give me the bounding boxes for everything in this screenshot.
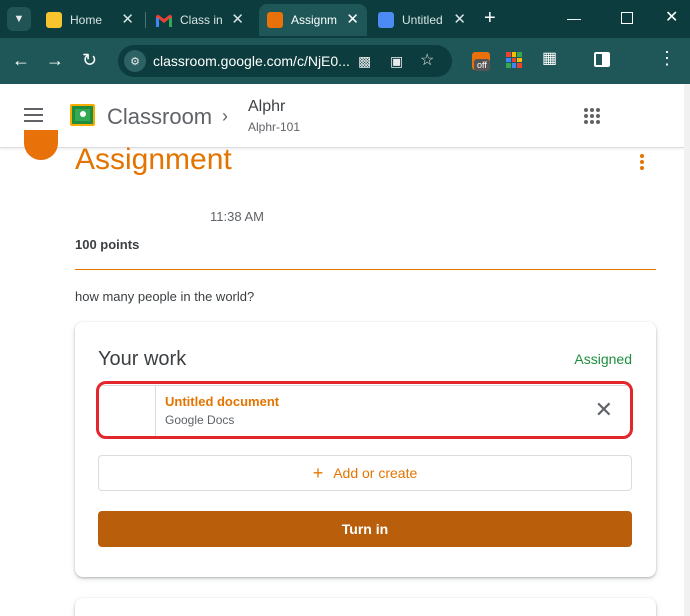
classroom-logo-icon[interactable]: [70, 104, 95, 126]
chevron-right-icon: ›: [222, 106, 228, 126]
browser-menu-icon[interactable]: ⋮: [658, 49, 676, 67]
minimize-icon[interactable]: —: [567, 8, 581, 28]
tab-assignment[interactable]: Assignm ✕: [259, 4, 367, 36]
classroom-header: Classroom › Alphr Alphr-101: [0, 84, 684, 148]
assignment-icon: [24, 130, 58, 160]
close-tab-icon[interactable]: ✕: [231, 12, 244, 28]
your-work-title: Your work: [98, 348, 187, 370]
close-window-icon[interactable]: ✕: [665, 8, 678, 28]
install-app-icon[interactable]: ▣: [390, 53, 403, 69]
status-badge: Assigned: [574, 351, 632, 367]
add-or-create-label: Add or create: [333, 465, 418, 481]
gmail-icon: [156, 12, 172, 28]
tab-untitled[interactable]: Untitled ✕: [370, 4, 474, 36]
class-section: Alphr-101: [248, 120, 301, 134]
bookmark-star-icon[interactable]: ☆: [420, 53, 434, 69]
color-extension-icon[interactable]: [506, 52, 522, 68]
class-name[interactable]: Alphr: [248, 98, 285, 116]
page-scrollbar[interactable]: [684, 84, 690, 616]
google-apps-icon[interactable]: [584, 108, 600, 124]
side-panel-icon[interactable]: [594, 52, 610, 67]
add-or-create-button[interactable]: + Add or create: [98, 455, 632, 491]
new-tab-plus-icon[interactable]: +: [484, 8, 496, 28]
url-text[interactable]: classroom.google.com/c/NjE0...: [153, 53, 350, 69]
tab-separator: [145, 12, 146, 28]
forward-arrow-icon[interactable]: →: [46, 50, 64, 70]
plus-icon: +: [312, 463, 324, 483]
close-tab-icon[interactable]: ✕: [121, 12, 134, 28]
private-comments-card: [75, 598, 656, 616]
app-name[interactable]: Classroom: [107, 104, 212, 130]
camera-blocked-icon[interactable]: ▩: [358, 53, 371, 69]
docs-icon: [378, 12, 394, 28]
assignment-instructions: how many people in the world?: [75, 289, 255, 304]
main-menu-icon[interactable]: [24, 108, 43, 122]
site-settings-icon[interactable]: ⚙: [124, 50, 146, 72]
tab-home[interactable]: Home ✕: [38, 4, 142, 36]
close-tab-icon[interactable]: ✕: [453, 12, 466, 28]
classroom-icon: [46, 12, 62, 28]
browser-tab-strip: ▼ Home ✕ Class in ✕ Assignm ✕ Untitled ✕…: [0, 0, 690, 38]
assignment-points: 100 points: [75, 237, 140, 252]
maximize-icon[interactable]: [621, 12, 633, 24]
back-arrow-icon[interactable]: ←: [12, 50, 30, 70]
turn-in-button[interactable]: Turn in: [98, 511, 632, 547]
classroom-icon: [267, 12, 283, 28]
your-work-card: Your work Assigned Untitled document Goo…: [75, 322, 656, 577]
tab-class-in[interactable]: Class in ✕: [148, 4, 252, 36]
browser-toolbar: ← → ↻ ⚙ classroom.google.com/c/NjE0... ▩…: [0, 38, 690, 84]
attachment-highlight-outline: [96, 381, 633, 439]
tab-search-chevron-icon[interactable]: ▼: [7, 7, 31, 31]
reload-icon[interactable]: ↻: [82, 50, 97, 70]
extensions-puzzle-icon[interactable]: ▦: [542, 51, 557, 67]
more-options-icon[interactable]: [640, 154, 646, 172]
title-divider: [75, 269, 656, 270]
close-tab-icon[interactable]: ✕: [346, 12, 359, 28]
assignment-title: Assignment: [75, 143, 232, 176]
extension-off-badge: off: [474, 59, 490, 71]
assignment-time: 11:38 AM: [210, 209, 264, 224]
address-bar[interactable]: ⚙ classroom.google.com/c/NjE0... ▩ ▣ ☆: [118, 45, 452, 77]
